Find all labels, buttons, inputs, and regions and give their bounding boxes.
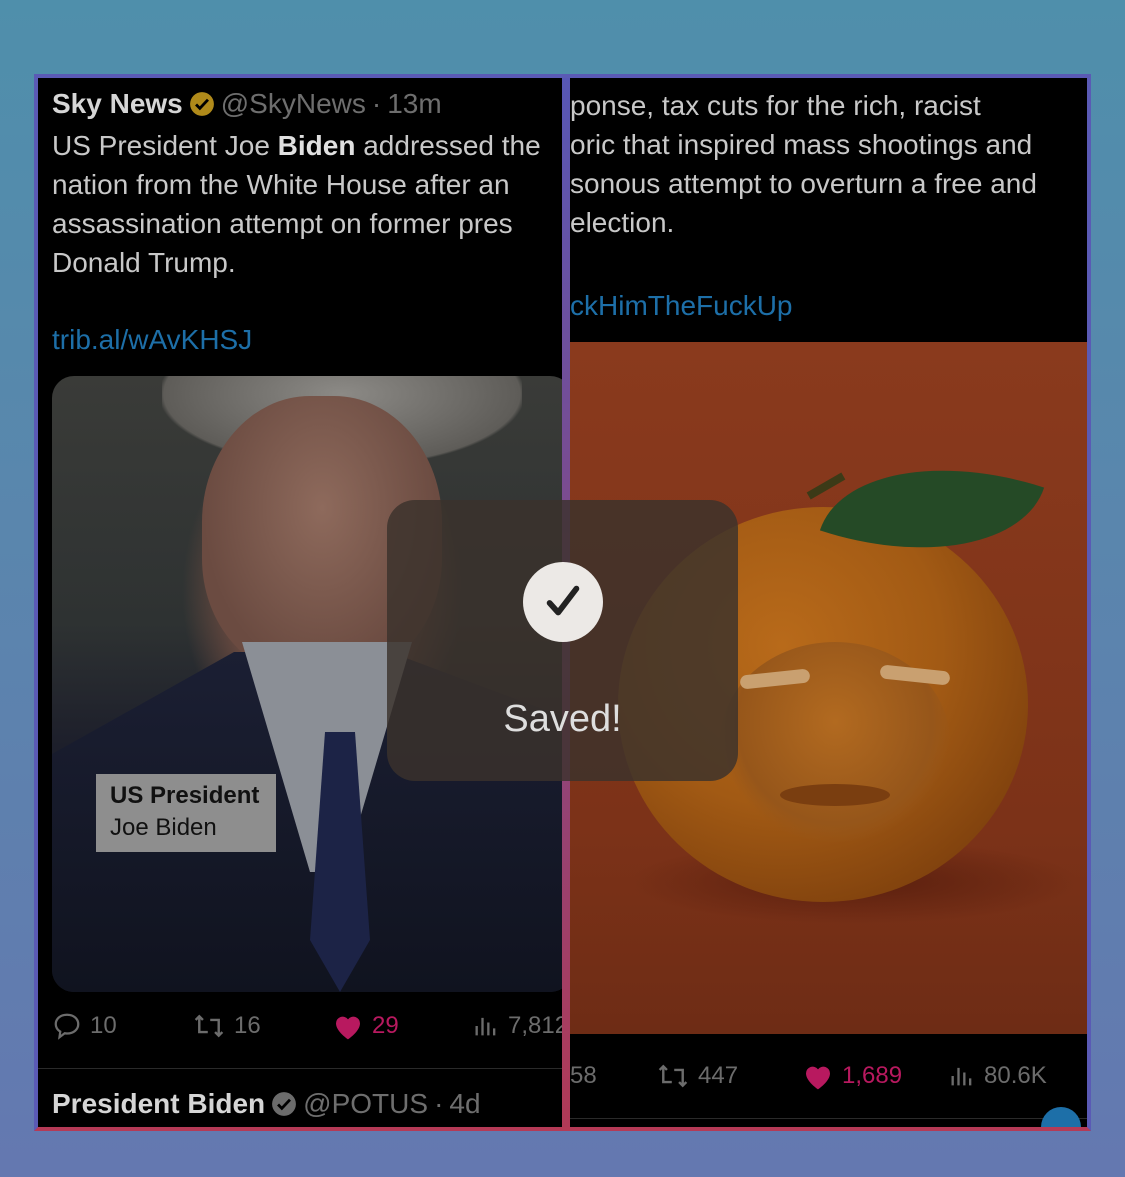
views-count: 7,812 <box>508 1012 562 1039</box>
next-author-handle[interactable]: @POTUS <box>303 1088 428 1120</box>
heart-icon <box>336 1016 360 1040</box>
repost-count: 447 <box>698 1062 739 1089</box>
news-chyron: US President Joe Biden <box>96 774 276 852</box>
like-button[interactable]: 29 <box>332 1011 399 1041</box>
tweet-actions: 58 447 1,689 80.6K <box>570 1056 1087 1096</box>
separator-dot: · <box>371 88 382 119</box>
tweet-text-line: nation from the White House after an <box>52 169 510 200</box>
chyron-title: US President <box>110 782 260 809</box>
reply-button[interactable]: 58 <box>570 1062 597 1090</box>
repost-button[interactable]: 447 <box>656 1061 738 1091</box>
toast-label: Saved! <box>503 698 622 740</box>
heart-icon <box>806 1066 830 1090</box>
tweet-time: 13m <box>387 88 442 119</box>
stem-shape <box>806 472 846 500</box>
next-author-name[interactable]: President Biden <box>52 1088 265 1120</box>
reply-count: 10 <box>90 1012 117 1039</box>
views-chart-icon <box>951 1067 972 1086</box>
author-handle[interactable]: @SkyNews <box>221 88 366 120</box>
next-tweet-time: 4d <box>449 1088 481 1119</box>
repost-button[interactable]: 16 <box>192 1011 261 1041</box>
tweet-text-line: sonous attempt to overturn a free and <box>570 168 1037 199</box>
hashtag-link[interactable]: ckHimTheFuckUp <box>570 290 792 322</box>
tweet-header: Sky News @SkyNews · 13m <box>52 88 442 120</box>
next-tweet-header: President Biden @POTUS · 4d <box>52 1088 481 1120</box>
views-count: 80.6K <box>984 1062 1047 1089</box>
tweet-text-line: assassination attempt on former pres <box>52 208 513 239</box>
tweet-text: US President Joe Biden addressed the nat… <box>52 126 541 282</box>
tweet-text: ponse, tax cuts for the rich, racist ori… <box>570 86 1037 242</box>
like-count: 29 <box>372 1012 399 1039</box>
tweet-link[interactable]: trib.al/wAvKHSJ <box>52 324 252 356</box>
mouth-shape <box>780 784 890 806</box>
checkmark-circle-icon <box>523 562 603 642</box>
tweet-text-line: US President Joe Biden addressed the <box>52 130 541 161</box>
like-button[interactable]: 1,689 <box>802 1061 902 1091</box>
tweet-divider <box>38 1068 562 1069</box>
verified-badge-icon <box>272 1092 297 1116</box>
repost-icon <box>194 1014 224 1038</box>
views-button[interactable]: 7,812 <box>472 1011 562 1041</box>
saved-toast: Saved! <box>387 500 738 781</box>
chyron-name: Joe Biden <box>110 814 217 841</box>
tweet-text-line: Donald Trump. <box>52 247 236 278</box>
views-chart-icon <box>475 1017 496 1036</box>
repost-count: 16 <box>234 1012 261 1039</box>
compose-button-fragment[interactable] <box>1041 1107 1081 1127</box>
tweet-text-line: oric that inspired mass shootings and <box>570 129 1033 160</box>
like-count: 1,689 <box>842 1062 903 1089</box>
verified-badge-icon <box>189 92 214 116</box>
repost-icon <box>658 1064 688 1088</box>
views-button[interactable]: 80.6K <box>948 1061 1047 1091</box>
author-name[interactable]: Sky News <box>52 88 183 120</box>
tweet-actions: 10 16 29 7,812 <box>52 1006 562 1046</box>
tweet-divider <box>570 1118 1087 1119</box>
reply-count: 58 <box>570 1062 597 1089</box>
reply-icon <box>54 1013 80 1040</box>
separator-dot: · <box>434 1088 444 1119</box>
tweet-text-line: ponse, tax cuts for the rich, racist <box>570 90 981 121</box>
tweet-text-line: election. <box>570 207 675 238</box>
reply-button[interactable]: 10 <box>52 1011 117 1041</box>
checkmark-icon <box>546 585 580 616</box>
